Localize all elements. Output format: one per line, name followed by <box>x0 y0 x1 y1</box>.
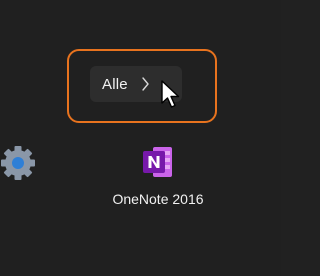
mouse-pointer-icon <box>161 80 181 110</box>
settings-gear-icon <box>1 146 35 180</box>
onenote-icon <box>141 143 175 181</box>
start-menu-pane: Alle OneNote 2016 <box>0 0 281 276</box>
app-tile-onenote[interactable]: OneNote 2016 <box>92 140 224 207</box>
app-tile-settings[interactable]: ungen <box>0 140 64 180</box>
all-apps-label: Alle <box>102 75 128 93</box>
chevron-right-icon <box>142 76 150 92</box>
app-name-onenote: OneNote 2016 <box>112 191 204 207</box>
